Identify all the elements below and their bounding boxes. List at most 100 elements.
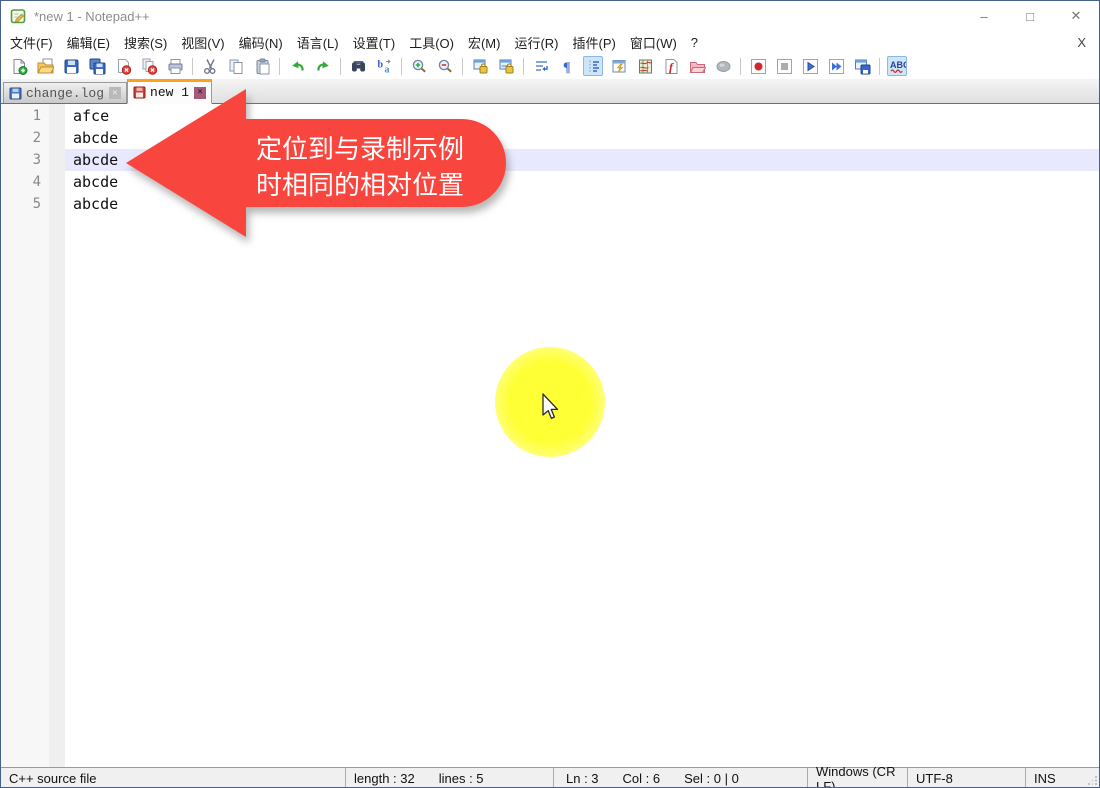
close-all-icon[interactable] — [139, 56, 159, 76]
menu-search[interactable]: 搜索(S) — [117, 31, 174, 54]
open-folder-icon[interactable] — [35, 56, 55, 76]
saved-file-icon — [9, 87, 22, 100]
toolbar-separator — [279, 58, 280, 75]
word-wrap-icon[interactable] — [531, 56, 551, 76]
toolbar-separator — [879, 58, 880, 75]
status-column: Col : 6 — [623, 771, 661, 786]
code-line[interactable]: afce — [65, 105, 1099, 127]
indent-guide-icon[interactable] — [583, 56, 603, 76]
menu-language[interactable]: 语言(L) — [290, 31, 346, 54]
menu-encoding[interactable]: 编码(N) — [232, 31, 290, 54]
close-file-icon[interactable] — [113, 56, 133, 76]
minimize-button[interactable]: – — [961, 1, 1007, 31]
sync-horizontal-scroll-icon[interactable] — [496, 56, 516, 76]
menu-window[interactable]: 窗口(W) — [623, 31, 684, 54]
zoom-in-icon[interactable] — [409, 56, 429, 76]
bookmark-margin[interactable] — [49, 104, 65, 767]
toolbar-separator — [401, 58, 402, 75]
tab-new-1[interactable]: new 1 ✕ — [127, 79, 212, 104]
tab-bar: change.log ✕ new 1 ✕ — [1, 79, 1099, 104]
unsaved-file-icon — [133, 86, 146, 99]
print-icon[interactable] — [165, 56, 185, 76]
status-length: length : 32 — [354, 771, 415, 786]
menu-file[interactable]: 文件(F) — [3, 31, 60, 54]
status-selection: Sel : 0 | 0 — [684, 771, 739, 786]
toolbar-separator — [340, 58, 341, 75]
svg-text:a: a — [384, 64, 389, 75]
tab-label: change.log — [26, 86, 104, 101]
find-icon[interactable] — [348, 56, 368, 76]
menu-plugins[interactable]: 插件(P) — [566, 31, 623, 54]
svg-text:ABC: ABC — [890, 60, 906, 70]
menu-view[interactable]: 视图(V) — [174, 31, 231, 54]
notepad-plus-plus-window: *new 1 - Notepad++ – □ ✕ 文件(F) 编辑(E) 搜索(… — [0, 0, 1100, 788]
title-bar: *new 1 - Notepad++ – □ ✕ — [1, 1, 1099, 31]
document-monitor-icon[interactable] — [713, 56, 733, 76]
user-defined-dialog-icon[interactable] — [609, 56, 629, 76]
toolbar-separator — [523, 58, 524, 75]
macro-run-multiple-icon[interactable] — [826, 56, 846, 76]
status-lines: lines : 5 — [439, 771, 484, 786]
macro-save-icon[interactable] — [852, 56, 872, 76]
folder-as-workspace-icon[interactable] — [687, 56, 707, 76]
maximize-button[interactable]: □ — [1007, 1, 1053, 31]
menu-run[interactable]: 运行(R) — [507, 31, 565, 54]
function-list-icon[interactable]: f — [661, 56, 681, 76]
toolbar-separator — [740, 58, 741, 75]
macro-stop-icon[interactable] — [774, 56, 794, 76]
status-doc-type: C++ source file — [1, 768, 346, 788]
mouse-cursor-icon — [541, 392, 561, 422]
toolbar-separator — [192, 58, 193, 75]
status-bar: C++ source file length : 32 lines : 5 Ln… — [1, 767, 1099, 788]
redo-icon[interactable] — [313, 56, 333, 76]
status-line-number: Ln : 3 — [566, 771, 599, 786]
copy-icon[interactable] — [226, 56, 246, 76]
menu-edit[interactable]: 编辑(E) — [60, 31, 117, 54]
svg-text:b: b — [377, 59, 383, 70]
menu-tools[interactable]: 工具(O) — [402, 31, 461, 54]
code-line[interactable]: abcde — [65, 193, 1099, 215]
tab-change-log[interactable]: change.log ✕ — [3, 82, 127, 103]
line-number[interactable]: 2 — [1, 127, 49, 149]
status-length-lines: length : 32 lines : 5 — [346, 768, 554, 788]
line-number[interactable]: 1 — [1, 105, 49, 127]
new-file-icon[interactable] — [9, 56, 29, 76]
menu-bar: 文件(F) 编辑(E) 搜索(S) 视图(V) 编码(N) 语言(L) 设置(T… — [1, 31, 1099, 53]
save-file-icon[interactable] — [61, 56, 81, 76]
line-number[interactable]: 4 — [1, 171, 49, 193]
line-number[interactable]: 3 — [1, 149, 49, 171]
status-cursor-position: Ln : 3 Col : 6 Sel : 0 | 0 — [554, 768, 808, 788]
line-number[interactable]: 5 — [1, 193, 49, 215]
paste-icon[interactable] — [252, 56, 272, 76]
code-line[interactable]: abcde — [65, 171, 1099, 193]
menu-macro[interactable]: 宏(M) — [461, 31, 508, 54]
undo-icon[interactable] — [287, 56, 307, 76]
save-all-icon[interactable] — [87, 56, 107, 76]
resize-grip-icon[interactable] — [1087, 775, 1098, 786]
replace-icon[interactable]: ba — [374, 56, 394, 76]
show-all-characters-icon[interactable]: ¶ — [557, 56, 577, 76]
tab-close-icon[interactable]: ✕ — [194, 87, 206, 99]
zoom-out-icon[interactable] — [435, 56, 455, 76]
notepad-plus-plus-logo-icon — [10, 8, 27, 25]
cut-icon[interactable] — [200, 56, 220, 76]
spell-check-icon[interactable]: ABC — [887, 56, 907, 76]
tab-close-icon[interactable]: ✕ — [109, 87, 121, 99]
macro-playback-icon[interactable] — [800, 56, 820, 76]
macro-record-icon[interactable] — [748, 56, 768, 76]
close-button[interactable]: ✕ — [1053, 1, 1099, 31]
close-document-icon[interactable]: X — [1077, 35, 1099, 50]
toolbar-separator — [462, 58, 463, 75]
code-line-current[interactable]: abcde — [65, 149, 1099, 171]
toolbar: ba ¶ f ABC — [1, 53, 1099, 79]
line-number-gutter: 1 2 3 4 5 — [1, 104, 49, 767]
status-encoding: UTF-8 — [908, 768, 1026, 788]
menu-help[interactable]: ? — [684, 33, 705, 52]
tab-label: new 1 — [150, 85, 189, 100]
sync-vertical-scroll-icon[interactable] — [470, 56, 490, 76]
window-title: *new 1 - Notepad++ — [34, 9, 150, 24]
menu-settings[interactable]: 设置(T) — [346, 31, 403, 54]
code-line[interactable]: abcde — [65, 127, 1099, 149]
document-map-icon[interactable] — [635, 56, 655, 76]
svg-text:¶: ¶ — [563, 60, 571, 75]
